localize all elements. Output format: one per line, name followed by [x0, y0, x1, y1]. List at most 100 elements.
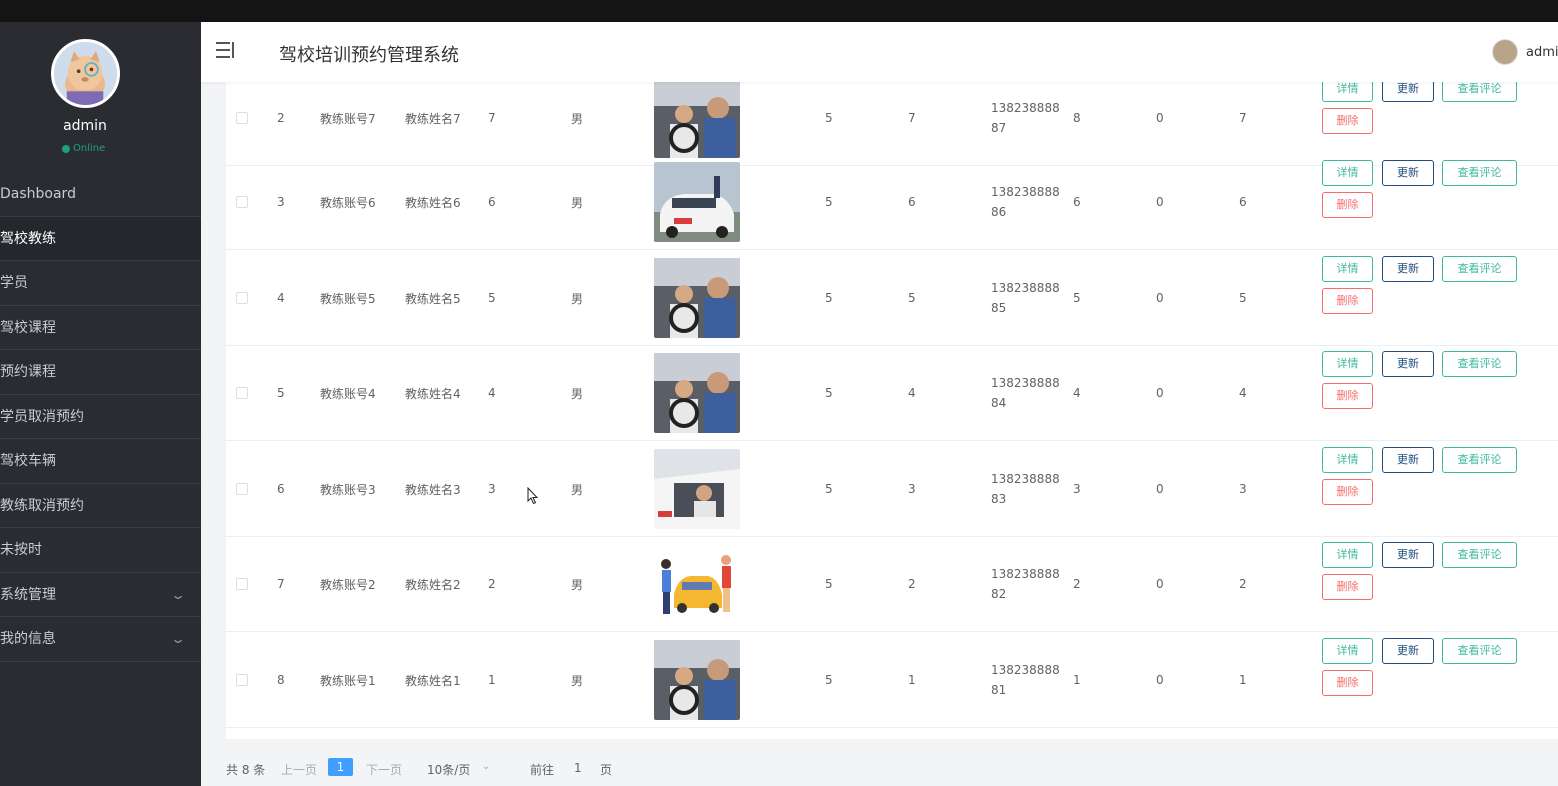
detail-button[interactable]: 详情	[1322, 256, 1373, 282]
view-comments-button[interactable]: 查看评论	[1442, 160, 1517, 186]
cell-name: 教练姓名4	[405, 345, 461, 441]
user-menu[interactable]: admin	[1492, 39, 1558, 65]
delete-button[interactable]: 删除	[1322, 479, 1373, 505]
cell-gender: 男	[571, 632, 583, 728]
coach-photo[interactable]	[654, 449, 740, 529]
photo-cell	[654, 250, 740, 346]
cell-value: 6	[1239, 195, 1247, 209]
detail-button[interactable]: 详情	[1322, 542, 1373, 568]
detail-button[interactable]: 详情	[1322, 351, 1373, 377]
coach-photo[interactable]	[654, 544, 740, 624]
avatar[interactable]	[51, 39, 120, 108]
cell-c3: 6	[1073, 154, 1081, 250]
sidebar-menu: Dashboard 驾校教练 学员 驾校课程 预约课程 学员取消预约 驾校车辆 …	[0, 172, 201, 662]
phone-cell: 138238888 85	[991, 250, 1060, 346]
goto-page-input[interactable]: 1	[574, 761, 582, 775]
sidebar-item-coaches[interactable]: 驾校教练	[0, 216, 201, 261]
row-checkbox[interactable]	[236, 674, 248, 686]
row-checkbox[interactable]	[236, 292, 248, 304]
row-checkbox[interactable]	[236, 483, 248, 495]
phone-number: 138238888 82	[991, 536, 1060, 604]
update-button[interactable]: 更新	[1382, 542, 1434, 568]
update-button[interactable]: 更新	[1382, 256, 1434, 282]
sidebar-item-label: 驾校车辆	[0, 453, 56, 469]
cell-c1: 5	[825, 441, 833, 537]
detail-button[interactable]: 详情	[1322, 447, 1373, 473]
delete-button[interactable]: 删除	[1322, 288, 1373, 314]
row-select-cell	[236, 536, 248, 632]
menu-toggle-icon[interactable]	[216, 42, 234, 60]
sidebar-item-coach-cancellations[interactable]: 教练取消预约	[0, 484, 201, 528]
sidebar-item-label: 我的信息	[0, 631, 56, 647]
cell-value: 教练姓名6	[405, 195, 461, 210]
delete-button[interactable]: 删除	[1322, 670, 1373, 696]
sidebar-item-my-info[interactable]: 我的信息 ⌄	[0, 617, 201, 662]
table-row: 7 教练账号2 教练姓名2 2 男 5 2 138238888 82 2 0 2 详情 更新 查看评论 删除	[226, 536, 1558, 632]
view-comments-button[interactable]: 查看评论	[1442, 351, 1517, 377]
cell-value: 教练姓名3	[405, 482, 461, 497]
row-checkbox[interactable]	[236, 196, 248, 208]
cell-value: 教练账号6	[320, 195, 376, 210]
cell-value: 5	[908, 291, 916, 305]
photo-cell	[654, 441, 740, 537]
page-size-select[interactable]: 10条/页	[427, 761, 470, 778]
coach-photo[interactable]	[654, 353, 740, 433]
coach-photo[interactable]	[654, 640, 740, 720]
sidebar-item-late[interactable]: 未按时	[0, 528, 201, 573]
sidebar-item-bookings[interactable]: 预约课程	[0, 350, 201, 395]
cell-idx: 8	[277, 632, 285, 728]
cell-c1: 5	[825, 250, 833, 346]
next-page-button[interactable]: 下一页	[366, 761, 402, 778]
update-button[interactable]: 更新	[1382, 351, 1434, 377]
phone-cell: 138238888 83	[991, 441, 1060, 537]
sidebar-item-students[interactable]: 学员	[0, 261, 201, 306]
phone-number: 138238888 85	[991, 250, 1060, 318]
profile-name: admin	[63, 118, 107, 134]
detail-button[interactable]: 详情	[1322, 82, 1373, 102]
view-comments-button[interactable]: 查看评论	[1442, 256, 1517, 282]
cell-value: 5	[825, 482, 833, 496]
cell-c3: 3	[1073, 441, 1081, 537]
delete-button[interactable]: 删除	[1322, 108, 1373, 134]
sidebar-item-vehicles[interactable]: 驾校车辆	[0, 439, 201, 484]
cell-age: 4	[488, 345, 496, 441]
cell-value: 5	[825, 111, 833, 125]
delete-button[interactable]: 删除	[1322, 383, 1373, 409]
delete-button[interactable]: 删除	[1322, 192, 1373, 218]
online-status-label: Online	[73, 143, 106, 154]
update-button[interactable]: 更新	[1382, 447, 1434, 473]
cell-c3: 4	[1073, 345, 1081, 441]
cell-value: 3	[277, 195, 285, 209]
sidebar-item-system[interactable]: 系统管理 ⌄	[0, 573, 201, 617]
row-checkbox[interactable]	[236, 112, 248, 124]
view-comments-button[interactable]: 查看评论	[1442, 542, 1517, 568]
view-comments-button[interactable]: 查看评论	[1442, 638, 1517, 664]
phone-cell: 138238888 84	[991, 345, 1060, 441]
cell-age: 5	[488, 250, 496, 346]
update-button[interactable]: 更新	[1382, 638, 1434, 664]
update-button[interactable]: 更新	[1382, 82, 1434, 102]
phone-line-2: 84	[991, 396, 1007, 410]
sidebar-item-dashboard[interactable]: Dashboard	[0, 172, 201, 217]
cell-c5: 4	[1239, 345, 1247, 441]
view-comments-button[interactable]: 查看评论	[1442, 82, 1517, 102]
view-comments-button[interactable]: 查看评论	[1442, 447, 1517, 473]
row-checkbox[interactable]	[236, 578, 248, 590]
update-button[interactable]: 更新	[1382, 160, 1434, 186]
page-number-current[interactable]: 1	[328, 758, 353, 776]
coach-photo[interactable]	[654, 162, 740, 242]
sidebar-item-courses[interactable]: 驾校课程	[0, 306, 201, 350]
prev-page-button[interactable]: 上一页	[281, 761, 317, 778]
sidebar-item-label: 驾校课程	[0, 319, 56, 336]
phone-number: 138238888 84	[991, 345, 1060, 413]
delete-button[interactable]: 删除	[1322, 574, 1373, 600]
coach-photo[interactable]	[654, 82, 740, 158]
coach-photo[interactable]	[654, 258, 740, 338]
detail-button[interactable]: 详情	[1322, 638, 1373, 664]
sidebar-item-student-cancellations[interactable]: 学员取消预约	[0, 395, 201, 439]
cell-age: 6	[488, 154, 496, 250]
cell-gender: 男	[571, 154, 583, 250]
detail-button[interactable]: 详情	[1322, 160, 1373, 186]
cell-value: 1	[488, 673, 496, 687]
row-checkbox[interactable]	[236, 387, 248, 399]
